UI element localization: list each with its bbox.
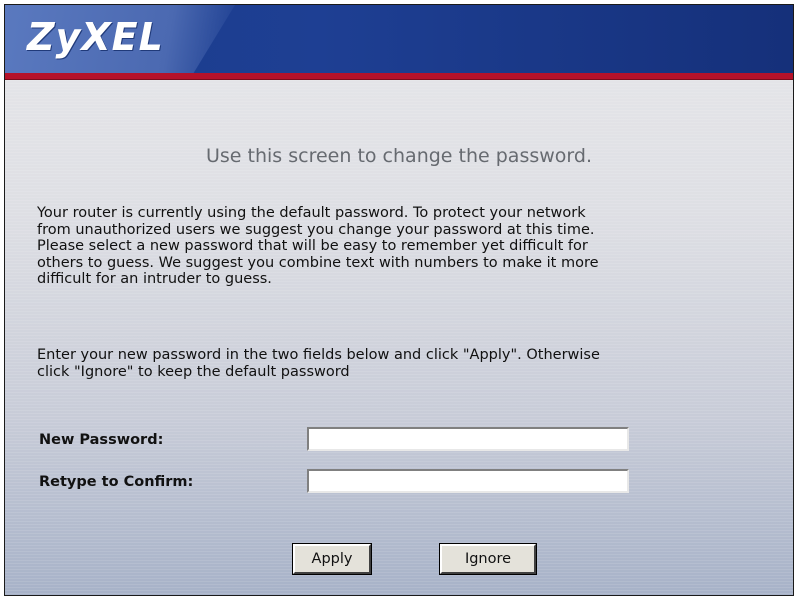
instruction-line: Enter your new password in the two field… <box>37 347 600 363</box>
new-password-label: New Password: <box>39 432 164 448</box>
instruction-line: click "Ignore" to keep the default passw… <box>37 363 350 380</box>
password-change-window: ZyXEL Use this screen to change the pass… <box>4 4 794 596</box>
header-banner: ZyXEL <box>5 5 793 73</box>
zyxel-logo: ZyXEL <box>27 15 164 59</box>
intro-line: Your router is currently using the defau… <box>37 205 586 221</box>
intro-line: others to guess. We suggest you combine … <box>37 254 599 271</box>
instruction-paragraph: Enter your new password in the two field… <box>37 347 781 380</box>
header-red-stripe <box>5 73 793 80</box>
apply-button[interactable]: Apply <box>293 544 371 574</box>
page-heading: Use this screen to change the password. <box>206 145 592 167</box>
intro-line: difficult for an intruder to guess. <box>37 271 272 287</box>
intro-paragraph: Your router is currently using the defau… <box>37 205 781 288</box>
confirm-password-input[interactable] <box>307 469 629 493</box>
intro-line: from unauthorized users we suggest you c… <box>37 221 595 238</box>
new-password-input[interactable] <box>307 427 629 451</box>
intro-line: Please select a new password that will b… <box>37 238 588 254</box>
confirm-password-label: Retype to Confirm: <box>39 474 194 490</box>
ignore-button[interactable]: Ignore <box>440 544 536 574</box>
